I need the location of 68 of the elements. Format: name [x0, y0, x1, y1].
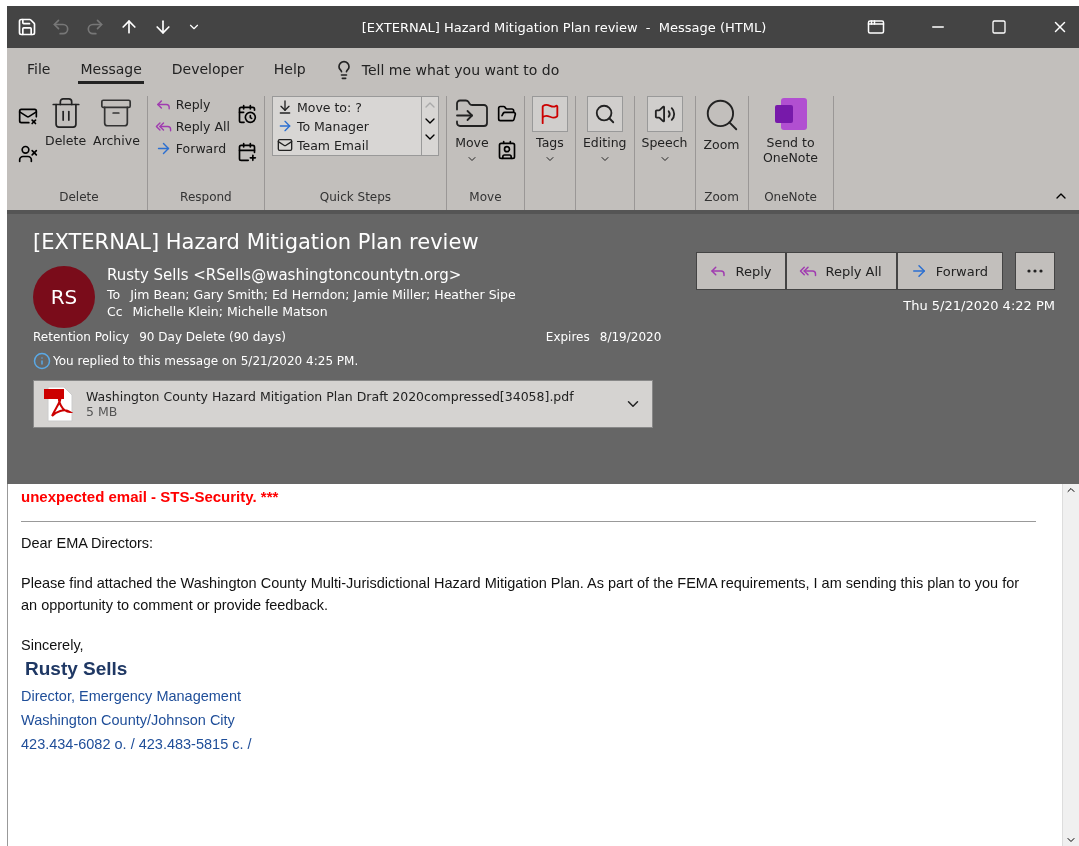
group-label: Delete: [59, 190, 99, 204]
action-button[interactable]: Reply: [696, 252, 787, 290]
speech-button[interactable]: Speech: [641, 96, 688, 165]
move-button[interactable]: Move: [453, 96, 490, 165]
speaker-icon: [646, 96, 683, 132]
sent-date: Thu 5/21/2020 4:22 PM: [903, 298, 1055, 313]
save-icon[interactable]: [17, 17, 37, 37]
attachment-name: Washington County Hazard Mitigation Plan Draft 2020compressed[34058].pdf: [86, 389, 575, 404]
tags-button[interactable]: Tags: [531, 96, 568, 165]
expires-label: Expires: [545, 330, 590, 344]
action-button[interactable]: Reply All: [786, 252, 897, 290]
attachment-size: 5 MB: [86, 404, 119, 419]
recipients: Jim Bean; Gary Smith; Ed Herndon; Jamie Miller; Heather Sipe: [130, 287, 516, 302]
envelope-icon: [276, 137, 293, 153]
reply-button[interactable]: Reply: [154, 96, 230, 113]
quick-steps-gallery[interactable]: Move to: ? To Manager Team Email: [271, 96, 439, 156]
zoom-button[interactable]: Zoom: [702, 96, 741, 152]
expires-value: 8/19/2020: [599, 330, 662, 344]
menu-tab[interactable]: Help: [271, 56, 308, 84]
greeting: Dear EMA Directors:: [21, 534, 155, 553]
info-icon: [33, 352, 51, 370]
editing-button[interactable]: Editing: [582, 96, 627, 165]
signature-line: 423.434-6082 o. / 423.483-5815 c. /: [21, 735, 253, 754]
sender-name: Rusty Sells <RSells@washingtoncountytn.org>: [107, 266, 463, 284]
window-title: [EXTERNAL] Hazard Mitigation Plan review - Message (HTML): [360, 19, 768, 35]
archive-button[interactable]: Archive: [93, 96, 140, 148]
pdf-icon: [44, 386, 74, 422]
scrollbar[interactable]: [1062, 484, 1079, 846]
maximize-icon[interactable]: [991, 19, 1007, 35]
closing: Sincerely,: [21, 636, 85, 655]
retention-label: Retention Policy: [33, 330, 130, 344]
attachment-card[interactable]: Washington County Hazard Mitigation Plan Draft 2020compressed[34058].pdf 5 MB: [33, 380, 653, 428]
message-subject: [EXTERNAL] Hazard Mitigation Plan review: [33, 230, 480, 254]
group-label: OneNote: [764, 190, 817, 204]
group-label: Move: [469, 190, 502, 204]
delete-button[interactable]: Delete: [45, 96, 87, 148]
forward-button[interactable]: Forward: [154, 140, 230, 157]
action-button[interactable]: Forward: [896, 252, 1003, 290]
sender-avatar: RS: [33, 266, 95, 328]
group-label: Quick Steps: [319, 190, 392, 204]
more-button[interactable]: [1015, 252, 1055, 290]
onenote-button[interactable]: Send to OneNote: [755, 96, 826, 165]
security-warning: unexpected email - STS-Security. ***: [21, 488, 280, 505]
menu-tab[interactable]: File: [25, 56, 53, 84]
flag-icon: [531, 96, 568, 132]
group-label: Respond: [180, 190, 232, 204]
menu-tab[interactable]: Developer: [169, 56, 246, 84]
menu-tab[interactable]: Message: [78, 56, 144, 84]
block-sender-icon[interactable]: [18, 144, 38, 164]
archive-icon: [99, 96, 134, 130]
replied-notice: You replied to this message on 5/21/2020 4:25 PM.: [53, 354, 359, 368]
notebook-icon: [772, 96, 809, 132]
calendar-device-icon[interactable]: [236, 142, 257, 162]
retention-value: 90 Day Delete (90 days): [139, 330, 286, 344]
to-label: To: [107, 287, 121, 302]
signature-line: Director, Emergency Management: [21, 687, 242, 706]
signature-line: Washington County/Johnson City: [21, 711, 236, 730]
group-label: Zoom: [704, 190, 739, 204]
body-paragraph: Please find attached the Washington County Multi-Jurisdictional Hazard Mitigation Plan. As part of the FEMA requirements, I am sending this plan to you for an opportunity to comment or provide feedback.: [21, 574, 1021, 615]
reply-all-button[interactable]: Reply All: [154, 118, 230, 135]
ignore-icon[interactable]: [18, 106, 38, 126]
more-icon: [1027, 269, 1043, 273]
signature-name: Rusty Sells: [25, 658, 129, 680]
ribbon-display-icon[interactable]: [867, 18, 885, 36]
cc-recipients: Michelle Klein; Michelle Matson: [132, 304, 328, 319]
tell-me-field[interactable]: Tell me what you want to do: [361, 62, 560, 78]
cc-label: Cc: [107, 304, 123, 319]
search-icon: [586, 96, 623, 132]
